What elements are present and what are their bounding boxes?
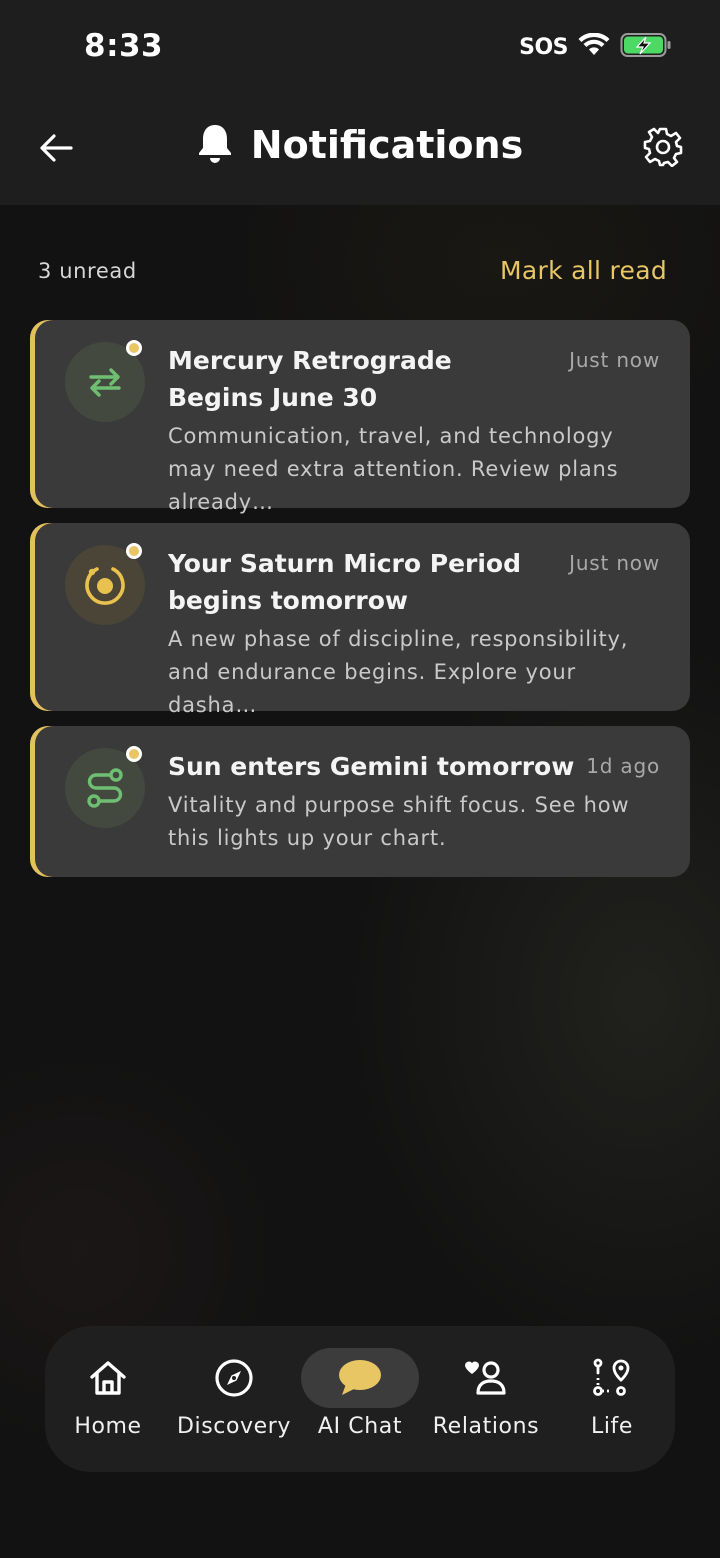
notification-card[interactable]: Mercury Retrograde Begins June 30 Just n…	[30, 320, 690, 514]
notification-body: A new phase of discipline, responsibilit…	[168, 627, 629, 717]
nav-label: Life	[590, 1414, 634, 1439]
wifi-icon	[578, 32, 610, 61]
notification-card[interactable]: Sun enters Gemini tomorrow 1d ago Vitali…	[30, 726, 690, 877]
unread-dot	[126, 543, 142, 559]
title-group: Notifications	[0, 122, 720, 168]
notification-body: Communication, travel, and technology ma…	[168, 424, 619, 514]
nav-item-life[interactable]: Life	[549, 1326, 675, 1472]
route-icon	[87, 768, 123, 808]
nav-item-discovery[interactable]: Discovery	[171, 1326, 297, 1472]
status-bar: 8:33 SOS	[0, 0, 720, 92]
unread-summary: 3 unread Mark all read	[38, 256, 667, 285]
notification-card[interactable]: Your Saturn Micro Period begins tomorrow…	[30, 523, 690, 717]
compass-icon	[214, 1358, 254, 1398]
orbit-target-icon	[85, 567, 125, 605]
bottom-navigation: Home Discovery AI Chat Relations Life	[45, 1326, 675, 1472]
chat-bubble-icon	[337, 1358, 383, 1398]
nav-item-ai-chat[interactable]: AI Chat	[297, 1326, 423, 1472]
status-indicators: SOS	[519, 32, 672, 62]
home-icon	[89, 1358, 127, 1398]
notification-title: Sun enters Gemini tomorrow	[168, 752, 575, 781]
unread-dot	[126, 340, 142, 356]
notification-title: Your Saturn Micro Period begins tomorrow	[168, 549, 521, 615]
nav-label: Home	[74, 1414, 142, 1439]
app-bar: Notifications	[0, 92, 720, 205]
notification-time: 1d ago	[586, 754, 660, 778]
unread-count: 3 unread	[38, 258, 137, 283]
bell-icon	[197, 122, 233, 168]
carrier-label: SOS	[519, 34, 568, 60]
status-time: 8:33	[84, 28, 164, 64]
settings-button[interactable]	[642, 126, 684, 168]
relations-icon	[464, 1358, 508, 1398]
notification-time: Just now	[569, 551, 660, 575]
nav-label: Relations	[432, 1414, 540, 1439]
mark-all-read-button[interactable]: Mark all read	[500, 256, 667, 285]
nav-item-relations[interactable]: Relations	[423, 1326, 549, 1472]
nav-label: Discovery	[176, 1414, 292, 1439]
swap-arrows-icon	[89, 368, 121, 397]
nav-item-home[interactable]: Home	[45, 1326, 171, 1472]
notification-time: Just now	[569, 348, 660, 372]
notification-title: Mercury Retrograde Begins June 30	[168, 346, 452, 412]
life-path-icon	[592, 1358, 632, 1398]
nav-label: AI Chat	[317, 1414, 403, 1439]
gear-icon	[643, 127, 683, 167]
notification-body: Vitality and purpose shift focus. See ho…	[168, 793, 630, 850]
unread-dot	[126, 746, 142, 762]
battery-charging-icon	[620, 32, 672, 62]
page-title: Notifications	[250, 123, 524, 167]
